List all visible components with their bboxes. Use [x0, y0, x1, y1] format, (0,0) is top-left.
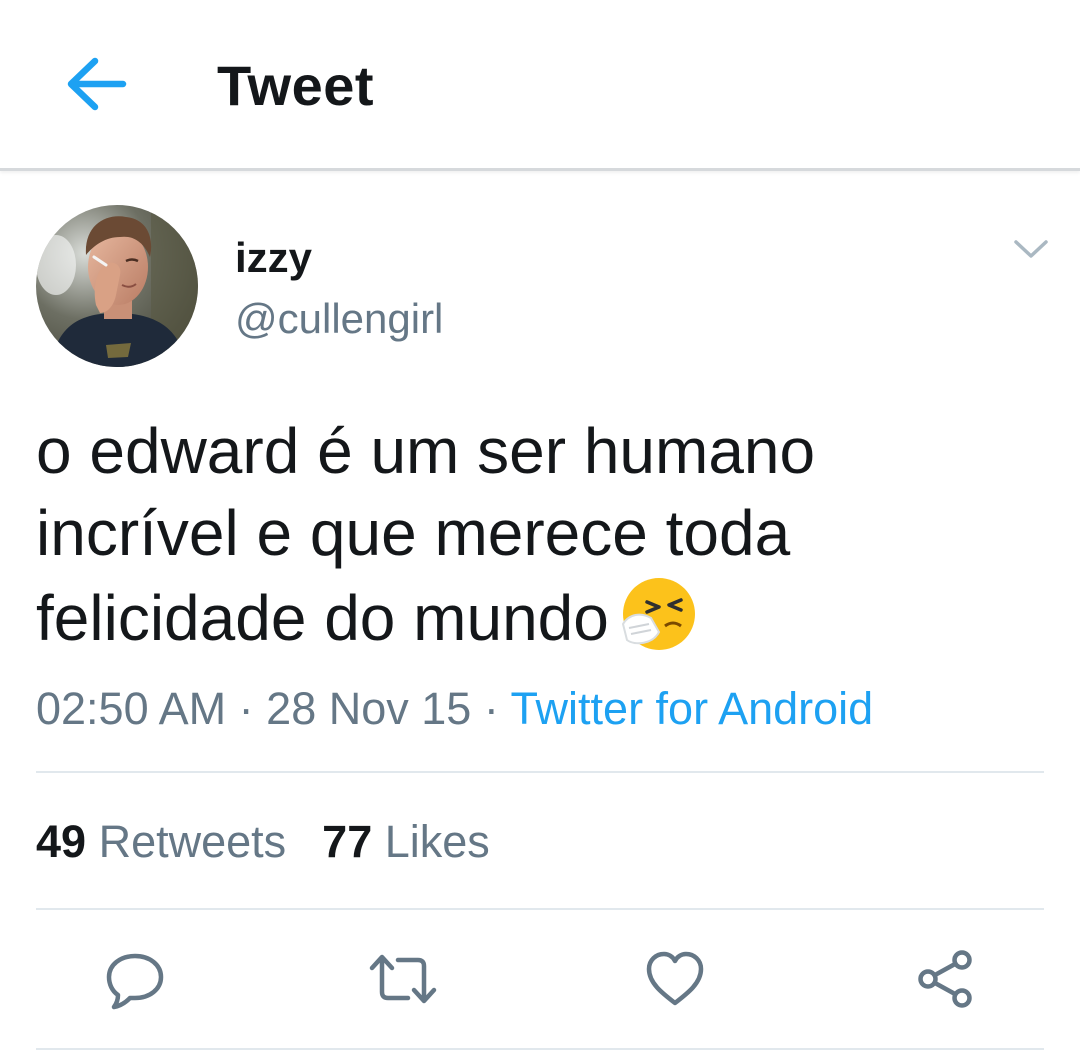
reply-icon: [106, 953, 164, 1010]
tweet-text: o edward é um ser humano incrível e que …: [36, 410, 1046, 659]
chevron-down-icon: [1014, 240, 1048, 258]
tweet-text-line: felicidade do mundo: [36, 574, 1046, 659]
retweet-button[interactable]: [368, 944, 438, 1014]
tweet-meta: 02:50 AM · 28 Nov 15 · Twitter for Andro…: [36, 683, 873, 735]
tweet-date: 28 Nov 15: [266, 683, 472, 734]
sneezing-face-emoji: [621, 578, 695, 650]
divider: [36, 908, 1044, 910]
top-app-bar: Tweet: [0, 0, 1080, 171]
reply-button[interactable]: [100, 944, 170, 1014]
tweet-source-link[interactable]: Twitter for Android: [511, 683, 874, 734]
divider: [36, 771, 1044, 773]
retweet-icon: [369, 954, 437, 1004]
likes-label: Likes: [384, 816, 490, 867]
share-button[interactable]: [910, 944, 980, 1014]
tweet-stats: 49 Retweets 77 Likes: [36, 815, 490, 869]
tweet-time: 02:50 AM: [36, 683, 227, 734]
author-handle[interactable]: @cullengirl: [235, 294, 443, 344]
retweets-label: Retweets: [98, 816, 287, 867]
retweets-stat[interactable]: 49 Retweets: [36, 815, 286, 869]
tweet-text-line-content: felicidade do mundo: [36, 582, 609, 654]
tweet-text-line: incrível e que merece toda: [36, 497, 791, 569]
tweet-detail-screen: Tweet izzy @cullengirl o edward é um ser…: [0, 0, 1080, 1057]
like-icon: [646, 951, 704, 1006]
meta-separator: ·: [483, 683, 499, 734]
profile-photo: [36, 205, 198, 367]
tweet-text-line: o edward é um ser humano: [36, 415, 816, 487]
retweets-count: 49: [36, 816, 87, 867]
likes-count: 77: [322, 816, 373, 867]
divider: [36, 1048, 1044, 1050]
arrow-left-icon: [67, 57, 127, 111]
page-title: Tweet: [217, 54, 375, 117]
likes-stat[interactable]: 77 Likes: [322, 815, 490, 869]
like-button[interactable]: [640, 944, 710, 1014]
back-button[interactable]: [56, 44, 136, 124]
tweet-menu-button[interactable]: [1006, 226, 1056, 272]
meta-separator: ·: [238, 683, 254, 734]
author-name[interactable]: izzy: [235, 233, 312, 283]
share-icon: [918, 950, 972, 1008]
avatar[interactable]: [36, 205, 198, 367]
